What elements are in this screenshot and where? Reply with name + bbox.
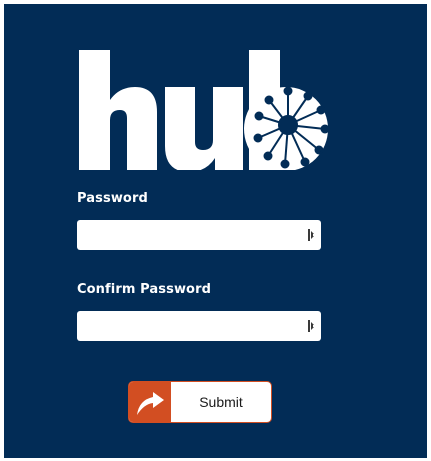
confirm-password-input[interactable]	[77, 311, 297, 341]
hub-logo	[79, 50, 329, 170]
password-reveal-icon[interactable]	[307, 228, 317, 242]
curved-arrow-icon	[137, 392, 164, 415]
submit-icon-container	[129, 382, 171, 422]
confirm-password-field-container	[77, 311, 321, 341]
confirm-password-label: Confirm Password	[77, 282, 212, 297]
password-input[interactable]	[77, 220, 297, 250]
login-panel: Password Confirm Password Submit	[4, 4, 427, 458]
password-reveal-icon[interactable]	[307, 319, 317, 333]
submit-button-label: Submit	[199, 394, 243, 410]
password-field-container	[77, 220, 321, 250]
submit-button[interactable]: Submit	[128, 381, 272, 423]
password-label: Password	[77, 191, 148, 206]
